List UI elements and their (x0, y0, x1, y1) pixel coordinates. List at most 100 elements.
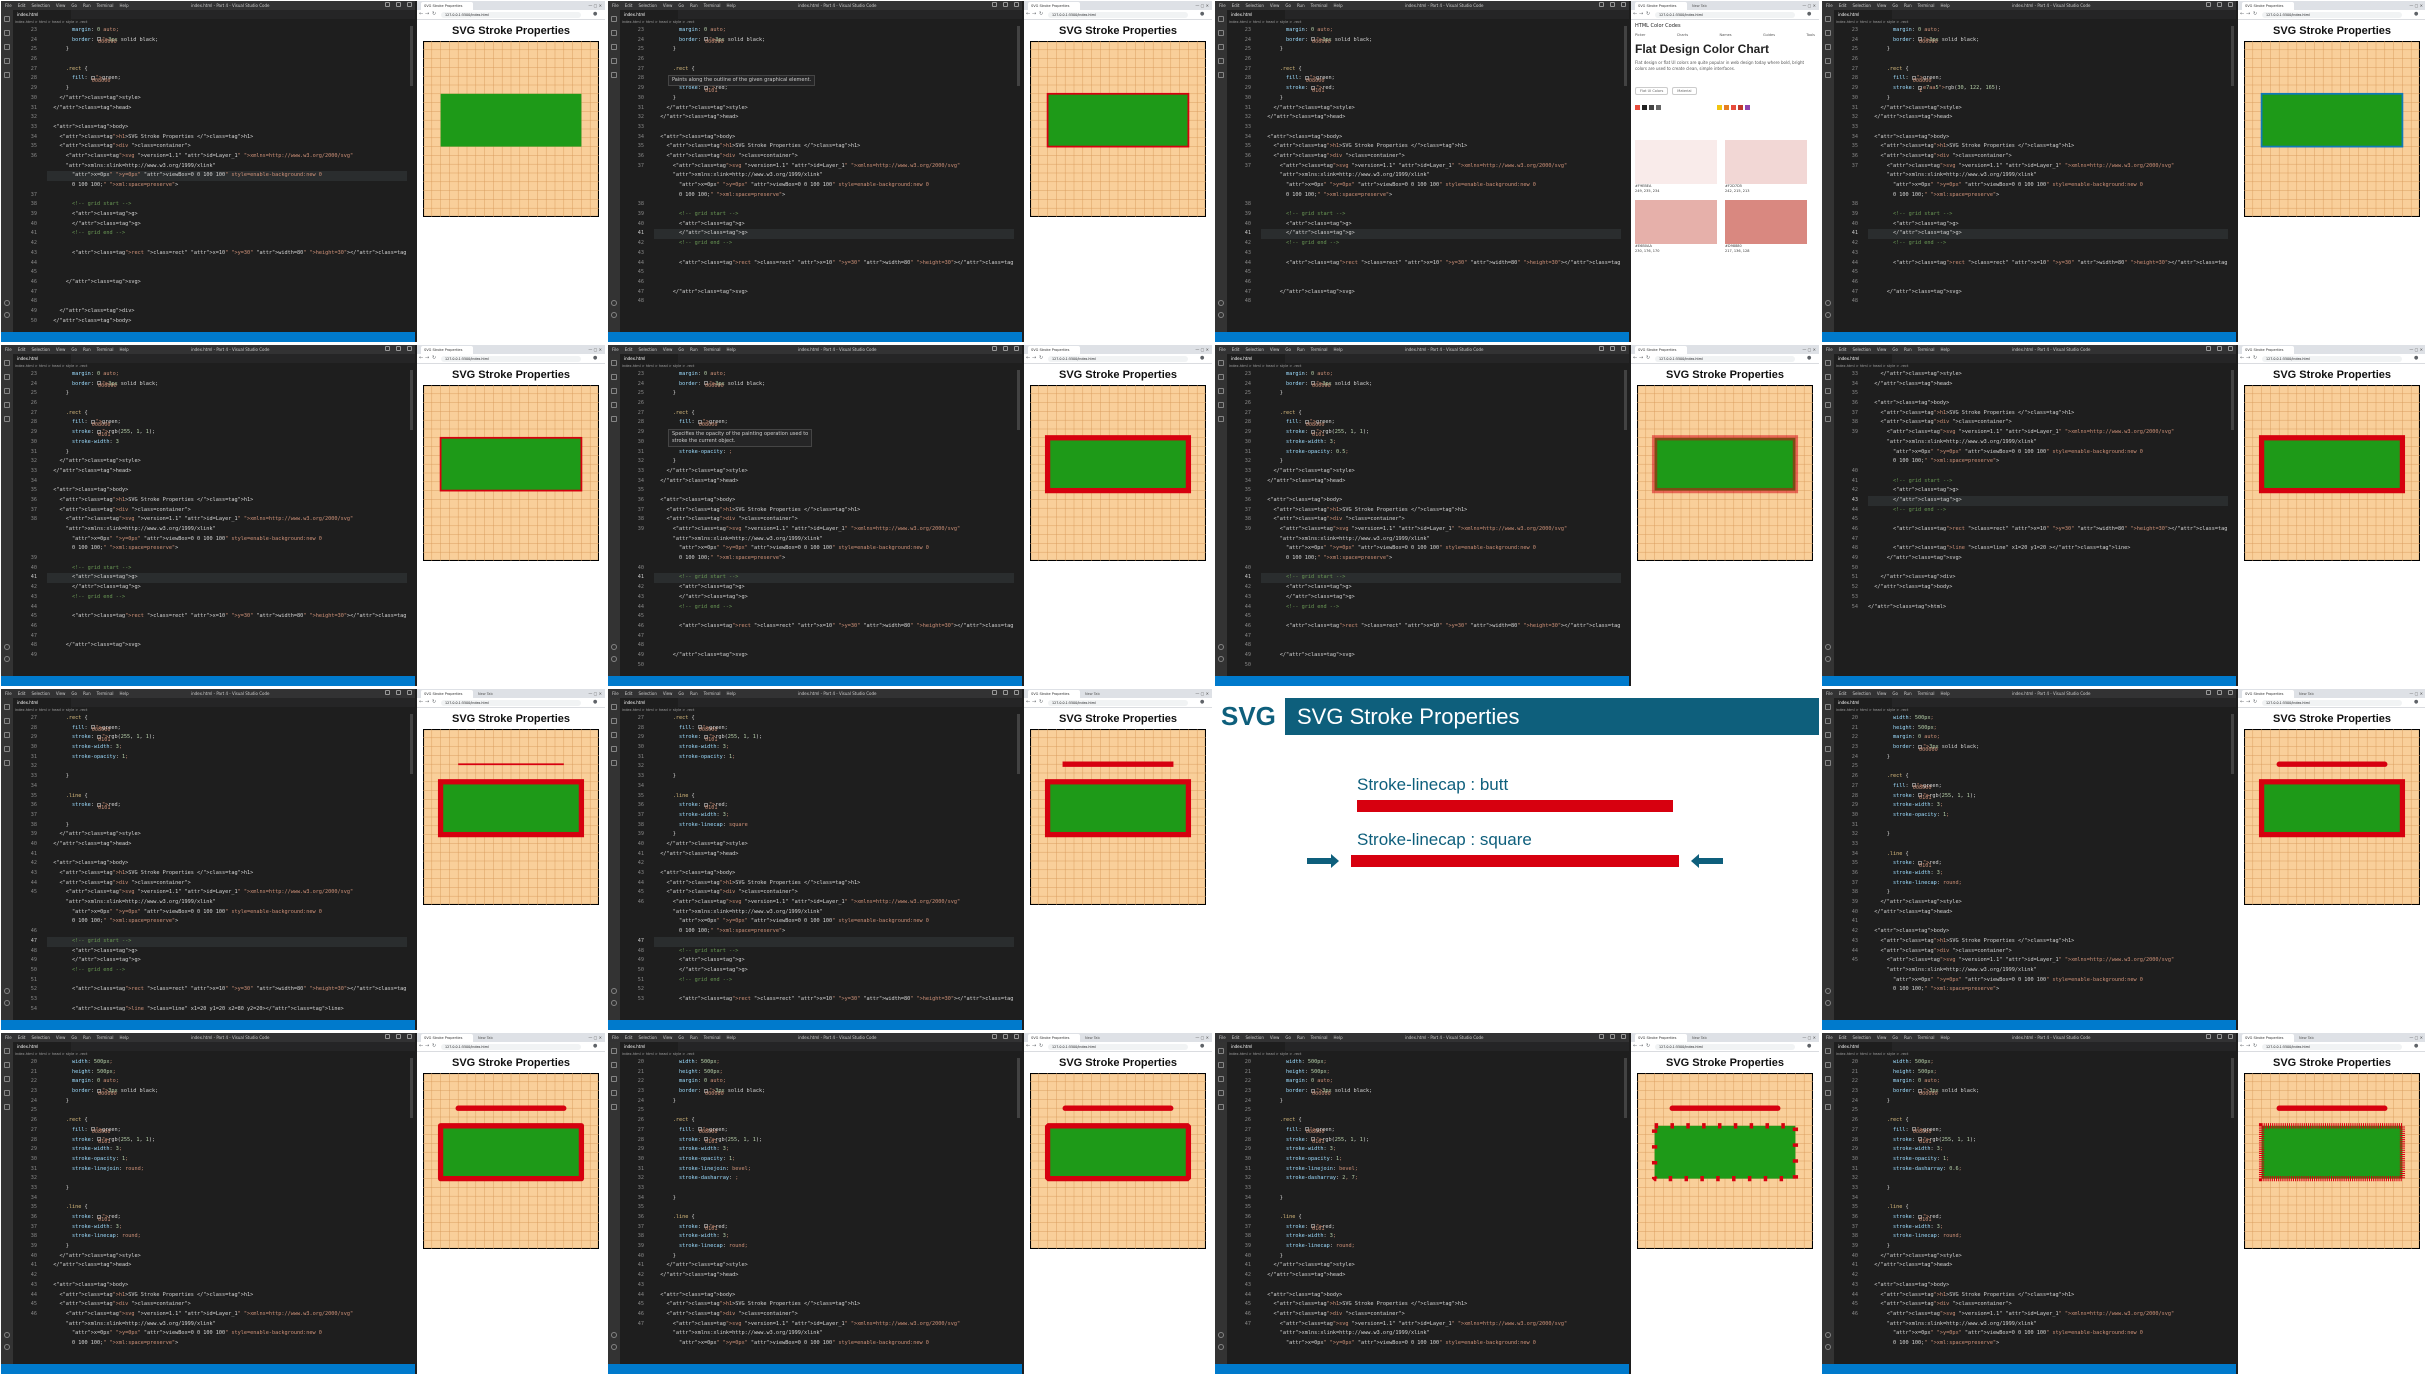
editor-scrollbar[interactable] (410, 370, 413, 430)
profile-icon[interactable]: ● (1807, 356, 1811, 361)
code-line[interactable]: <"attr">class=tag">rect ">class=rect" "a… (654, 995, 1014, 1005)
editor-scrollbar[interactable] (2231, 26, 2234, 86)
code-line[interactable]: .rect { (1261, 409, 1621, 419)
code-line[interactable]: .rect { (47, 65, 407, 75)
extensions-icon[interactable] (1218, 1104, 1224, 1110)
code-line[interactable]: </"attr">class=tag">head> (1868, 908, 2228, 918)
code-line[interactable] (654, 123, 1014, 133)
menu-terminal[interactable]: Terminal (1311, 3, 1328, 8)
code-line[interactable]: "attr">xmlns:xlink=http://www.w3.org/199… (1261, 171, 1621, 181)
settings-gear-icon[interactable] (1218, 656, 1224, 662)
code-line[interactable] (1868, 593, 2228, 603)
code-line[interactable]: .line { (1261, 1213, 1621, 1223)
code-line[interactable]: "attr">xmlns:xlink=http://www.w3.org/199… (1868, 171, 2228, 181)
code-line[interactable]: 0 100 100;" ">xml:space=preserve"> (654, 554, 1014, 564)
debug-icon[interactable] (1825, 58, 1831, 64)
menu-go[interactable]: Go (1892, 3, 1898, 8)
code-line[interactable]: <!-- grid end --> (1868, 239, 2228, 249)
code-line[interactable]: <!-- grid end --> (47, 966, 407, 976)
code-line[interactable]: <"attr">class=tag">h1>SVG Stroke Propert… (654, 879, 1014, 889)
color-chip[interactable] (1745, 105, 1750, 110)
browser-window-controls[interactable]: — ▢ ✕ (1195, 3, 1209, 8)
editor-scrollbar[interactable] (1017, 26, 1020, 86)
code-line[interactable]: </"attr">class=tag">style> (654, 467, 1014, 477)
code-line[interactable]: .rect { (654, 65, 1014, 75)
code-line[interactable]: <!-- grid end --> (654, 239, 1014, 249)
breadcrumb[interactable]: index.html > html > head > style > .rect (622, 1052, 694, 1056)
maximize-icon[interactable] (2217, 346, 2222, 351)
code-line[interactable]: border: 000000">3px solid black; (654, 36, 1014, 46)
code-line[interactable]: stroke-linecap: round; (1868, 1232, 2228, 1242)
code-line[interactable]: <"attr">class=tag">g> (1261, 583, 1621, 593)
code-line[interactable]: </"attr">class=tag">g> (47, 956, 407, 966)
code-line[interactable]: stroke-opacity: ; (654, 448, 1014, 458)
browser-tab-2[interactable]: New Tab (475, 1034, 521, 1042)
code-line[interactable]: } (1261, 389, 1621, 399)
code-line[interactable]: border: 000000">3px solid black; (47, 36, 407, 46)
code-line[interactable]: "attr">xmlns:xlink=http://www.w3.org/199… (47, 162, 407, 172)
code-line[interactable]: <"attr">class=tag">h1>SVG Stroke Propert… (47, 1291, 407, 1301)
debug-icon[interactable] (1825, 746, 1831, 752)
reload-icon[interactable]: ↻ (1039, 356, 1043, 361)
settings-gear-icon[interactable] (1218, 312, 1224, 318)
settings-gear-icon[interactable] (4, 656, 10, 662)
code-line[interactable]: <"attr">class=tag">line ">class=line" x1… (1868, 544, 2228, 554)
code-line[interactable]: <"attr">class=tag">h1>SVG Stroke Propert… (1868, 1291, 2228, 1301)
source-control-icon[interactable] (611, 1076, 617, 1082)
code-line[interactable]: </"attr">class=tag">html> (1868, 603, 2228, 613)
code-line[interactable]: <"attr">class=tag">svg ">version=1.1" "a… (1261, 162, 1621, 172)
forward-icon[interactable]: → (2246, 356, 2250, 361)
menu-go[interactable]: Go (1892, 347, 1898, 352)
url-input[interactable]: 127.0.0.1:5500/index.html (1655, 356, 1795, 362)
profile-icon[interactable]: ● (1200, 12, 1204, 17)
code-line[interactable]: 0 100 100;" ">xml:space=preserve"> (654, 927, 1014, 937)
code-line[interactable]: .rect { (1868, 1116, 2228, 1126)
menu-edit[interactable]: Edit (625, 3, 633, 8)
code-line[interactable]: <!-- grid start --> (654, 947, 1014, 957)
menu-edit[interactable]: Edit (18, 691, 26, 696)
code-line[interactable]: <!-- grid start --> (654, 573, 1014, 584)
menu-view[interactable]: View (56, 1035, 66, 1040)
menu-help[interactable]: Help (727, 691, 736, 696)
tab-index-html[interactable]: index.html (1227, 10, 1285, 19)
browser-tab-2[interactable]: New Tab (1689, 2, 1735, 10)
code-line[interactable]: stroke-linecap: square (654, 821, 1014, 831)
menu-help[interactable]: Help (120, 3, 129, 8)
code-line[interactable]: stroke: 0101">rgb(255, 1, 1); (654, 1136, 1014, 1146)
breadcrumb[interactable]: index.html > html > head > style > .rect (15, 708, 87, 712)
url-input[interactable]: 127.0.0.1:5500/index.html (441, 1044, 581, 1050)
code-line[interactable] (1868, 1271, 2228, 1281)
code-line[interactable]: "attr">xmlns:xlink=http://www.w3.org/199… (1261, 535, 1621, 545)
tab-index-html[interactable]: index.html (13, 354, 71, 363)
color-chip[interactable] (1642, 105, 1647, 110)
menu-file[interactable]: File (612, 347, 619, 352)
code-line[interactable] (1868, 297, 2228, 307)
swatch-color[interactable] (1725, 140, 1807, 184)
code-line[interactable]: <"attr">class=tag">h1>SVG Stroke Propert… (47, 133, 407, 143)
account-icon[interactable] (1218, 644, 1224, 650)
profile-icon[interactable]: ● (2414, 12, 2418, 17)
url-input[interactable]: 127.0.0.1:5500/index.html (1048, 356, 1188, 362)
code-line[interactable] (654, 859, 1014, 869)
code-line[interactable]: stroke-opacity: 1; (47, 753, 407, 763)
code-line[interactable]: fill: 008000">green; (654, 1126, 1014, 1136)
tab-index-html[interactable]: index.html (1834, 698, 1892, 707)
account-icon[interactable] (1825, 300, 1831, 306)
code-line[interactable]: stroke-dasharray: ; (654, 1174, 1014, 1184)
code-line[interactable]: <"attr">class=tag">svg ">version=1.1" "a… (654, 1320, 1014, 1330)
code-line[interactable]: <"attr">class=tag">g> (654, 583, 1014, 593)
menu-selection[interactable]: Selection (1852, 691, 1870, 696)
code-line[interactable]: </"attr">class=tag">g> (1261, 229, 1621, 240)
minimize-icon[interactable] (992, 690, 997, 695)
code-line[interactable]: margin: 0 auto; (654, 26, 1014, 36)
minimize-icon[interactable] (2206, 690, 2211, 695)
browser-window-controls[interactable]: — ▢ ✕ (1802, 347, 1816, 352)
editor-scrollbar[interactable] (1624, 1058, 1627, 1118)
extensions-icon[interactable] (1825, 1104, 1831, 1110)
code-line[interactable]: </"attr">class=tag">svg> (1261, 288, 1621, 298)
code-line[interactable]: border: 000000">3px solid black; (1261, 1087, 1621, 1097)
code-line[interactable]: "attr">xmlns:xlink=http://www.w3.org/199… (654, 1329, 1014, 1339)
editor-scrollbar[interactable] (1017, 1058, 1020, 1118)
menu-edit[interactable]: Edit (18, 347, 26, 352)
code-line[interactable] (47, 811, 407, 821)
